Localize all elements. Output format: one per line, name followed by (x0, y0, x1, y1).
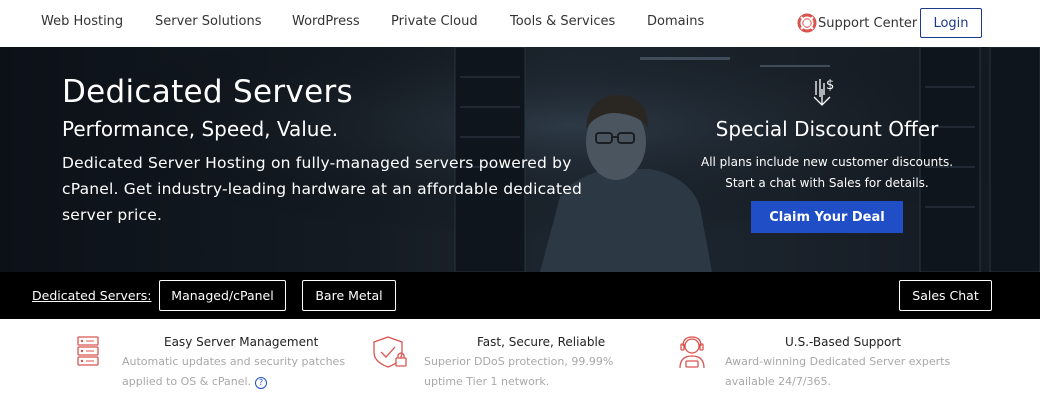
hero-subtitle: Performance, Speed, Value. (62, 117, 339, 141)
feature-desc-support-line-1: Award-winning Dedicated Server experts (725, 355, 951, 368)
feature-desc-management-line-1: Automatic updates and security patches (122, 355, 346, 368)
subnav-label[interactable]: Dedicated Servers: (32, 288, 151, 303)
svg-text:$: $ (826, 78, 834, 93)
feature-desc-security: Superior DDoS protection, 99.99% uptime … (424, 352, 613, 392)
feature-desc-security-line-1: Superior DDoS protection, 99.99% (424, 355, 614, 368)
offer-title: Special Discount Offer (715, 117, 939, 141)
support-agent-icon (679, 336, 705, 369)
login-button[interactable]: Login (920, 8, 982, 38)
help-icon[interactable]: ? (255, 377, 268, 389)
feature-desc-support-line-2: available 24/7/365. (725, 375, 832, 388)
bare-metal-button[interactable]: Bare Metal (302, 280, 396, 311)
managed-cpanel-button[interactable]: Managed/cPanel (159, 280, 286, 311)
nav-private-cloud[interactable]: Private Cloud (391, 14, 478, 29)
server-stack-icon (77, 336, 99, 366)
sales-chat-button[interactable]: Sales Chat (899, 280, 992, 311)
offer-line-2: Start a chat with Sales for details. (725, 176, 929, 190)
feature-title-management: Easy Server Management (164, 335, 319, 349)
hero-title: Dedicated Servers (62, 74, 353, 110)
hero-banner: Dedicated Servers Performance, Speed, Va… (0, 47, 1040, 272)
lifebuoy-icon (797, 13, 817, 33)
feature-desc-security-line-2: uptime Tier 1 network. (424, 375, 550, 388)
feature-desc-support: Award-winning Dedicated Server experts a… (725, 352, 950, 392)
nav-tools-services[interactable]: Tools & Services (510, 14, 615, 29)
hero-description: Dedicated Server Hosting on fully-manage… (62, 154, 583, 224)
shield-lock-icon (373, 336, 407, 368)
dedicated-servers-subnav: Dedicated Servers: Managed/cPanel Bare M… (0, 272, 1040, 319)
nav-wordpress[interactable]: WordPress (292, 14, 360, 29)
claim-deal-button[interactable]: Claim Your Deal (751, 201, 903, 233)
discount-tag-icon: $ (813, 78, 834, 106)
top-navigation: Web Hosting Server Solutions WordPress P… (0, 0, 1040, 47)
support-center-label: Support Center (818, 15, 918, 31)
feature-title-support: U.S.-Based Support (785, 335, 902, 349)
nav-server-solutions[interactable]: Server Solutions (155, 14, 262, 29)
nav-web-hosting[interactable]: Web Hosting (41, 14, 123, 29)
support-center-link[interactable]: Support Center (797, 13, 917, 33)
feature-desc-management-line-2-text: applied to OS & cPanel. (122, 375, 252, 388)
nav-domains[interactable]: Domains (647, 14, 704, 29)
feature-title-security: Fast, Secure, Reliable (477, 335, 606, 349)
feature-desc-management-line-2: applied to OS & cPanel.? (122, 372, 345, 392)
offer-line-1: All plans include new customer discounts… (700, 155, 954, 169)
feature-desc-management: Automatic updates and security patches a… (122, 352, 345, 392)
